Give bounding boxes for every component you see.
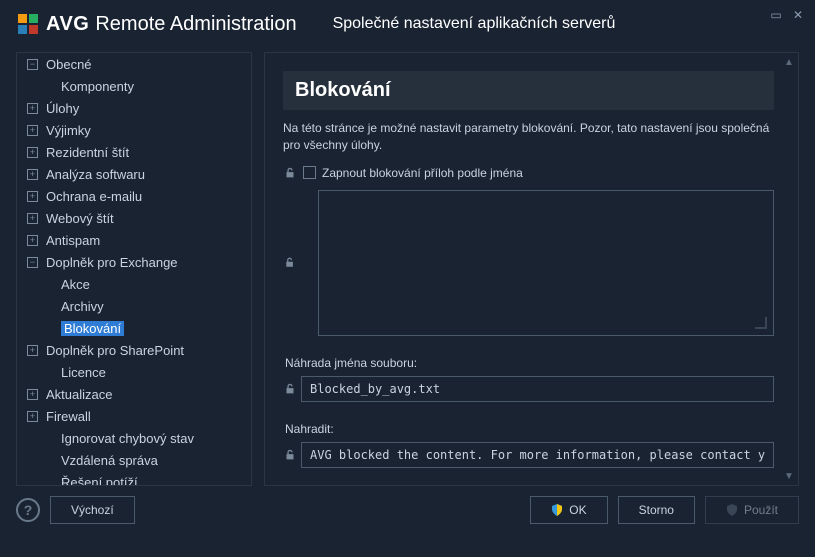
expand-icon[interactable]: + bbox=[27, 389, 38, 400]
product-name: Remote Administration bbox=[95, 13, 296, 36]
replace-input[interactable] bbox=[301, 442, 774, 468]
close-button[interactable]: ✕ bbox=[789, 6, 807, 24]
tree-item-label: Doplněk pro Exchange bbox=[46, 255, 178, 270]
nav-tree: −ObecnéKomponenty+Úlohy+Výjimky+Rezident… bbox=[16, 52, 252, 486]
expand-icon[interactable]: + bbox=[27, 147, 38, 158]
scroll-up-icon[interactable]: ▲ bbox=[782, 55, 796, 69]
cancel-button[interactable]: Storno bbox=[618, 496, 695, 524]
tree-item-anal-za-softwaru[interactable]: + Analýza softwaru bbox=[17, 163, 251, 185]
tree-item-vzd-len-spr-va[interactable]: Vzdálená správa bbox=[17, 449, 251, 471]
tree-item--lohy[interactable]: + Úlohy bbox=[17, 97, 251, 119]
expand-icon[interactable]: + bbox=[27, 169, 38, 180]
tree-item-licence[interactable]: Licence bbox=[17, 361, 251, 383]
tree-item-ignorovat-chybov-stav[interactable]: Ignorovat chybový stav bbox=[17, 427, 251, 449]
footer-bar: ? Výchozí OK Storno Použít bbox=[0, 486, 815, 534]
tree-item-label: Antispam bbox=[46, 233, 100, 248]
extensions-textarea[interactable] bbox=[318, 190, 774, 336]
shield-icon bbox=[551, 504, 563, 516]
default-button[interactable]: Výchozí bbox=[50, 496, 135, 524]
tree-item-ochrana-e-mailu[interactable]: + Ochrana e-mailu bbox=[17, 185, 251, 207]
tree-item-label: Obecné bbox=[46, 57, 92, 72]
tree-item--e-en-pot-[interactable]: Řešení potíží bbox=[17, 471, 251, 486]
collapse-icon[interactable]: − bbox=[27, 257, 38, 268]
tree-item-label: Rezidentní štít bbox=[46, 145, 129, 160]
tree-item-dopln-k-pro-exchange[interactable]: −Doplněk pro Exchange bbox=[17, 251, 251, 273]
lock-icon[interactable] bbox=[283, 166, 297, 180]
section-description: Na této stránce je možné nastavit parame… bbox=[283, 120, 774, 154]
help-button[interactable]: ? bbox=[16, 498, 40, 522]
content-scrollbar[interactable]: ▲ ▼ bbox=[782, 55, 796, 483]
expand-icon[interactable]: + bbox=[27, 213, 38, 224]
tree-item-label: Ochrana e-mailu bbox=[46, 189, 142, 204]
filename-input[interactable] bbox=[301, 376, 774, 402]
expand-icon[interactable]: + bbox=[27, 235, 38, 246]
tree-item-label: Analýza softwaru bbox=[46, 167, 145, 182]
tree-item-rezidentn-t-t[interactable]: + Rezidentní štít bbox=[17, 141, 251, 163]
ok-button[interactable]: OK bbox=[530, 496, 607, 524]
replace-label: Nahradit: bbox=[285, 422, 774, 436]
tree-item-firewall[interactable]: + Firewall bbox=[17, 405, 251, 427]
tree-item-label: Výjimky bbox=[46, 123, 91, 138]
tree-item-label: Ignorovat chybový stav bbox=[61, 431, 194, 446]
enable-blocking-checkbox[interactable] bbox=[303, 166, 316, 179]
expand-icon[interactable]: + bbox=[27, 345, 38, 356]
tree-item-label: Blokování bbox=[61, 321, 124, 336]
apply-button: Použít bbox=[705, 496, 799, 524]
tree-item-label: Komponenty bbox=[61, 79, 134, 94]
content-panel: ▲ ▼ Blokování Na této stránce je možné n… bbox=[264, 52, 799, 486]
tree-item-label: Firewall bbox=[46, 409, 91, 424]
tree-item-akce[interactable]: Akce bbox=[17, 273, 251, 295]
tree-item-obecn-[interactable]: −Obecné bbox=[17, 53, 251, 75]
tree-item-v-jimky[interactable]: + Výjimky bbox=[17, 119, 251, 141]
tree-item-label: Vzdálená správa bbox=[61, 453, 158, 468]
lock-icon[interactable] bbox=[283, 382, 297, 396]
tree-item-aktualizace[interactable]: + Aktualizace bbox=[17, 383, 251, 405]
tree-item-label: Úlohy bbox=[46, 101, 79, 116]
shield-icon bbox=[726, 504, 738, 516]
enable-blocking-label: Zapnout blokování příloh podle jména bbox=[322, 166, 523, 180]
scroll-down-icon[interactable]: ▼ bbox=[782, 469, 796, 483]
tree-item-label: Doplněk pro SharePoint bbox=[46, 343, 184, 358]
tree-item-antispam[interactable]: + Antispam bbox=[17, 229, 251, 251]
app-logo: AVG Remote Administration bbox=[16, 12, 297, 36]
tree-item-label: Webový štít bbox=[46, 211, 114, 226]
tree-item-label: Řešení potíží bbox=[61, 475, 138, 487]
lock-icon[interactable] bbox=[283, 448, 297, 462]
tree-item-dopln-k-pro-sharepoint[interactable]: + Doplněk pro SharePoint bbox=[17, 339, 251, 361]
brand-name: AVG bbox=[46, 13, 89, 36]
tree-item-archivy[interactable]: Archivy bbox=[17, 295, 251, 317]
expand-icon[interactable]: + bbox=[27, 125, 38, 136]
tree-item-label: Archivy bbox=[61, 299, 104, 314]
tree-item-komponenty[interactable]: Komponenty bbox=[17, 75, 251, 97]
filename-label: Náhrada jména souboru: bbox=[285, 356, 774, 370]
expand-icon[interactable]: + bbox=[27, 103, 38, 114]
collapse-icon[interactable]: − bbox=[27, 59, 38, 70]
tree-item-label: Akce bbox=[61, 277, 90, 292]
maximize-button[interactable]: ▭ bbox=[767, 6, 785, 24]
tree-item-label: Licence bbox=[61, 365, 106, 380]
avg-logo-icon bbox=[16, 12, 40, 36]
title-bar: AVG Remote Administration Společné nasta… bbox=[0, 0, 815, 44]
lock-icon[interactable] bbox=[283, 256, 296, 270]
expand-icon[interactable]: + bbox=[27, 411, 38, 422]
tree-item-blokov-n-[interactable]: Blokování bbox=[17, 317, 251, 339]
tree-item-label: Aktualizace bbox=[46, 387, 112, 402]
window-title: Společné nastavení aplikačních serverů bbox=[333, 15, 616, 33]
tree-item-webov-t-t[interactable]: + Webový štít bbox=[17, 207, 251, 229]
expand-icon[interactable]: + bbox=[27, 191, 38, 202]
section-title: Blokování bbox=[283, 71, 774, 110]
